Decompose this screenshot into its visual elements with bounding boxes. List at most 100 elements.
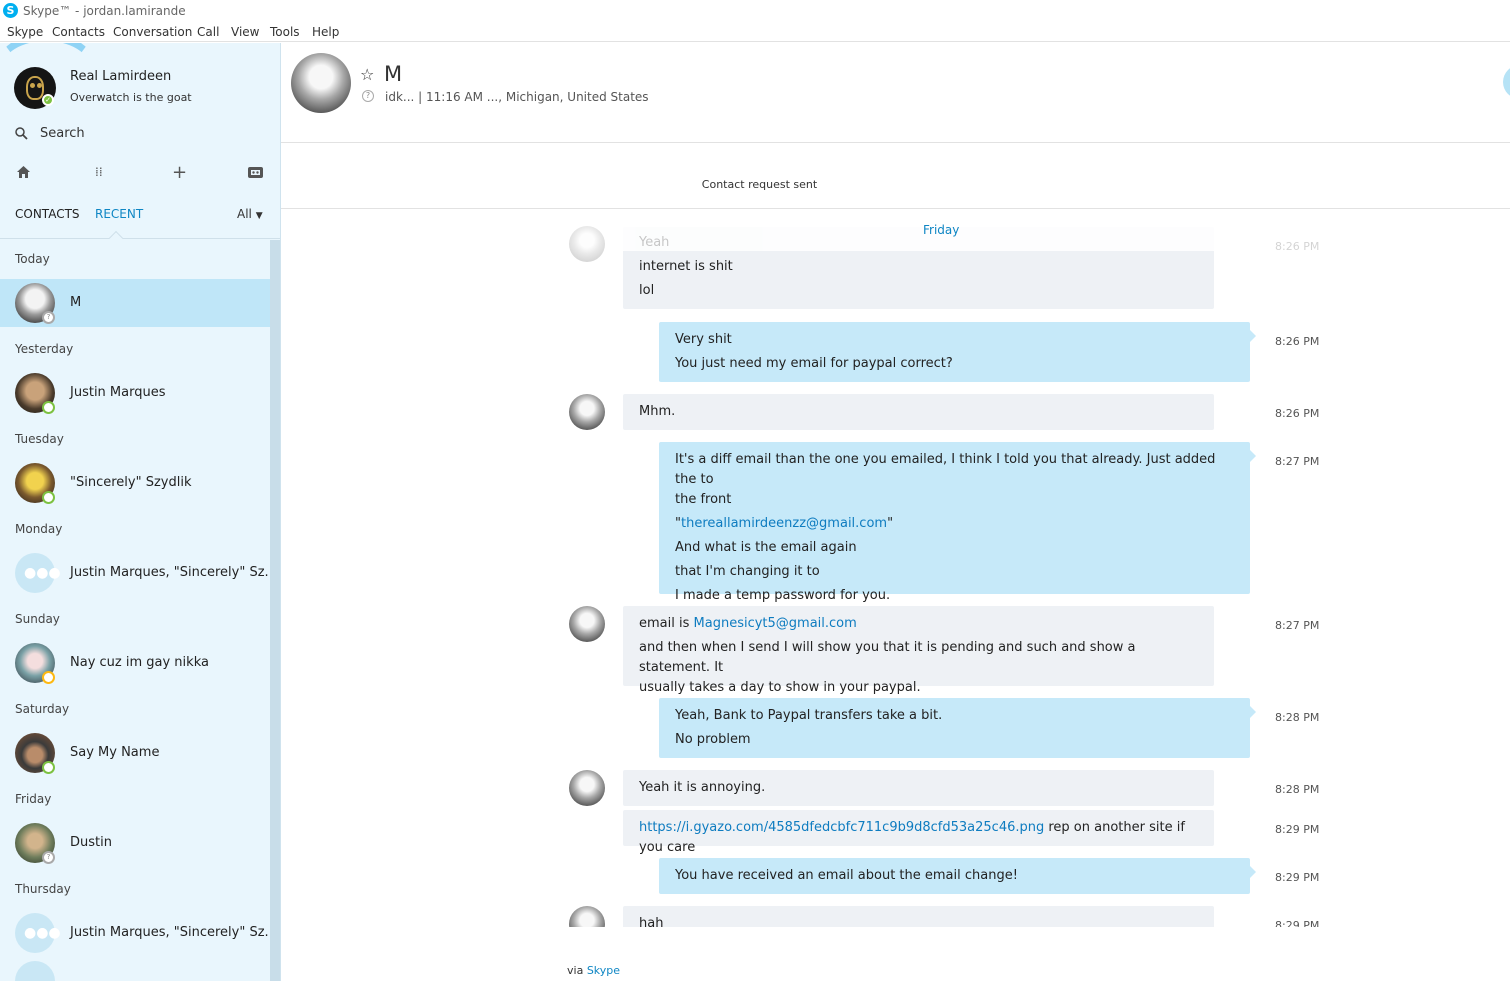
- message-time: 8:29 PM: [1275, 919, 1320, 927]
- online-status-icon: [42, 401, 55, 414]
- avatar: [569, 226, 605, 262]
- search-icon: [15, 127, 28, 144]
- contact-name: Nay cuz im gay nikka: [70, 655, 209, 670]
- avatar: [569, 394, 605, 430]
- unknown-status-icon: ?: [362, 90, 374, 102]
- add-icon[interactable]: +: [172, 162, 187, 183]
- message-time: 8:27 PM: [1275, 455, 1320, 468]
- message-bubble: It's a diff email than the one you email…: [659, 442, 1256, 603]
- day-label: Tuesday: [15, 432, 64, 446]
- message-time: 8:26 PM: [1275, 240, 1320, 253]
- day-label: Thursday: [15, 882, 71, 896]
- unknown-status-icon: ?: [42, 851, 55, 864]
- avatar: [569, 606, 605, 642]
- recent-list: Today ? M Yesterday Justin Marques Tuesd…: [0, 240, 277, 981]
- list-item[interactable]: "Sincerely" Szydlik: [0, 459, 270, 507]
- skype-logo-icon: S: [3, 3, 18, 18]
- request-status: Contact request sent: [281, 178, 1510, 191]
- message-time: 8:29 PM: [1275, 823, 1320, 836]
- menu-help[interactable]: Help: [312, 25, 339, 39]
- tab-recent[interactable]: RECENT: [95, 207, 143, 221]
- message-text: It's a diff email than the one you email…: [675, 452, 1216, 487]
- search-input[interactable]: Search: [40, 126, 85, 141]
- group-avatar: ●●●: [15, 553, 61, 593]
- contact-name: M: [70, 295, 82, 310]
- message-time: 8:28 PM: [1275, 711, 1320, 724]
- list-item[interactable]: ? M: [0, 279, 270, 327]
- via-footer: via Skype: [567, 964, 621, 977]
- profile-name[interactable]: Real Lamirdeen: [70, 69, 171, 84]
- contact-list-scrollbar[interactable]: [270, 240, 280, 981]
- message-text: And what is the email again: [675, 540, 857, 555]
- dialpad-icon[interactable]: ⁞⁞: [95, 165, 103, 179]
- owl-logo-icon: [26, 76, 44, 100]
- day-label: Today: [15, 252, 50, 266]
- message-text: I made a temp password for you.: [675, 588, 891, 603]
- star-icon[interactable]: ☆: [360, 65, 374, 84]
- group-avatar: [15, 961, 55, 981]
- message-bubble: Very shit You just need my email for pay…: [659, 322, 1256, 382]
- message-time: 8:29 PM: [1275, 871, 1320, 884]
- profile-mood[interactable]: Overwatch is the goat: [70, 91, 192, 104]
- message-bubble: You have received an email about the ema…: [659, 858, 1256, 894]
- home-icon[interactable]: [16, 165, 31, 183]
- message-text: internet is shit: [639, 259, 733, 274]
- skype-link[interactable]: Skype: [587, 964, 620, 977]
- day-label: Saturday: [15, 702, 70, 716]
- online-status-icon: ✓: [42, 94, 54, 106]
- menu-bar: Skype Contacts Conversation Call View To…: [0, 22, 1510, 42]
- message-text: email is Magnesicyt5@gmail.com: [639, 616, 857, 631]
- email-link[interactable]: Magnesicyt5@gmail.com: [694, 616, 857, 631]
- group-icon: ●●●: [24, 925, 61, 941]
- menu-tools[interactable]: Tools: [270, 25, 300, 39]
- message-text: No problem: [675, 732, 751, 747]
- request-status-text: Contact request sent: [701, 178, 818, 191]
- contact-name: Say My Name: [70, 745, 160, 760]
- list-item[interactable]: Say My Name: [0, 729, 270, 777]
- message-text: Yeah, Bank to Paypal transfers take a bi…: [675, 708, 943, 723]
- image-link[interactable]: https://i.gyazo.com/4585dfedcbfc711c9b9d…: [639, 820, 1044, 835]
- message-time: 8:26 PM: [1275, 407, 1320, 420]
- sidebar: ✓ Real Lamirdeen Overwatch is the goat S…: [0, 43, 281, 981]
- message-text: and then when I send I will show you tha…: [639, 640, 1136, 675]
- message-bubble: hah: [623, 906, 1214, 927]
- message-text: Mhm.: [639, 404, 676, 419]
- message-text: Yeah: [639, 235, 670, 250]
- online-status-icon: [42, 491, 55, 504]
- menu-skype[interactable]: Skype: [7, 25, 43, 39]
- tab-contacts[interactable]: CONTACTS: [15, 207, 80, 221]
- contact-name: Justin Marques, "Sincerely" Sz...: [70, 565, 277, 580]
- contact-name: Dustin: [70, 835, 112, 850]
- contact-name: Justin Marques: [70, 385, 166, 400]
- panel-edge-button[interactable]: [1503, 65, 1510, 99]
- list-item[interactable]: ? Dustin: [0, 819, 270, 867]
- list-item[interactable]: [0, 957, 270, 981]
- message-text: usually takes a day to show in your payp…: [639, 680, 921, 695]
- contact-name: "Sincerely" Szydlik: [70, 475, 192, 490]
- message-text: lol: [639, 283, 655, 298]
- message-area: Yeah 8:26 PM Friday internet is shit lol…: [281, 209, 1510, 927]
- contact-name: Justin Marques, "Sincerely" Sz...: [70, 925, 277, 940]
- bot-icon[interactable]: [247, 165, 264, 184]
- message-bubble: Yeah it is annoying.: [623, 770, 1214, 806]
- message-bubble: internet is shit lol: [623, 251, 1214, 309]
- filter-label: All: [237, 207, 252, 221]
- message-text: Yeah it is annoying.: [639, 780, 766, 795]
- filter-dropdown[interactable]: All ▼: [237, 207, 263, 221]
- email-link[interactable]: thereallamirdeenzz@gmail.com: [681, 516, 887, 531]
- menu-conversation[interactable]: Conversation: [113, 25, 192, 39]
- list-item[interactable]: ●●● Justin Marques, "Sincerely" Sz...: [0, 549, 277, 597]
- day-separator: Friday: [923, 223, 960, 237]
- menu-contacts[interactable]: Contacts: [52, 25, 105, 39]
- message-text: that I'm changing it to: [675, 564, 820, 579]
- list-item[interactable]: Nay cuz im gay nikka: [0, 639, 270, 687]
- menu-view[interactable]: View: [231, 25, 259, 39]
- avatar: [569, 770, 605, 806]
- menu-call[interactable]: Call: [197, 25, 219, 39]
- list-item[interactable]: ●●● Justin Marques, "Sincerely" Sz...: [0, 909, 277, 957]
- avatar: [569, 906, 605, 927]
- contact-avatar[interactable]: [291, 53, 351, 113]
- list-item[interactable]: Justin Marques: [0, 369, 270, 417]
- chevron-down-icon: ▼: [255, 211, 263, 221]
- message-text: https://i.gyazo.com/4585dfedcbfc711c9b9d…: [639, 820, 1185, 855]
